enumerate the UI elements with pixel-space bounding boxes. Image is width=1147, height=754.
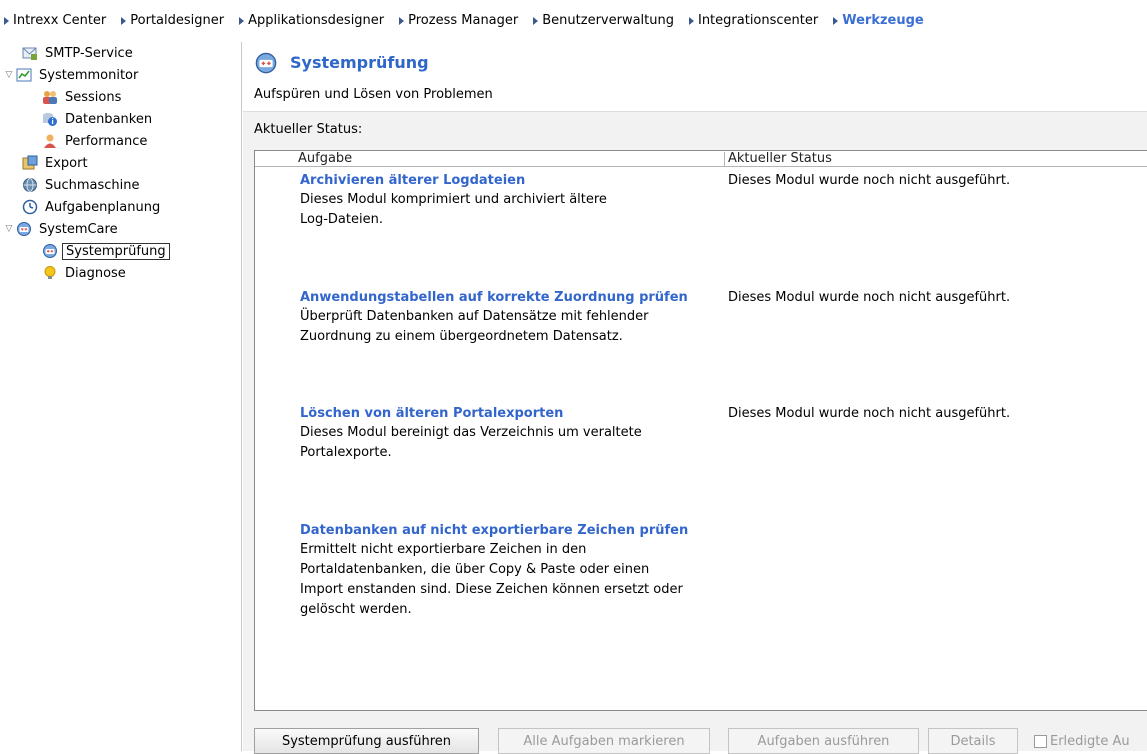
- sidebar-item-aufgabenplanung[interactable]: Aufgabenplanung: [22, 196, 163, 218]
- globe-search-icon: [22, 177, 38, 193]
- checkbox-box[interactable]: [1034, 734, 1047, 748]
- sidebar-item-label: Systemmonitor: [39, 67, 139, 83]
- nav-label: Intrexx Center: [13, 13, 107, 28]
- export-icon: [22, 155, 38, 171]
- task-description: Überprüft Datenbanken auf Datensätze mit…: [300, 309, 649, 344]
- nav-label: Applikationsdesigner: [248, 13, 385, 28]
- arrow-right-icon: [833, 16, 839, 25]
- systemcare-icon: [16, 221, 32, 237]
- nav-prozess-manager[interactable]: Prozess Manager: [399, 13, 518, 28]
- sidebar-item-label: Diagnose: [65, 265, 126, 281]
- sidebar-item-label: Sessions: [65, 89, 122, 105]
- details-button[interactable]: Details: [928, 728, 1018, 754]
- top-navigation: Intrexx Center Portaldesigner Applikatio…: [0, 0, 1147, 42]
- table-row[interactable]: Datenbanken auf nicht exportierbare Zeic…: [300, 521, 720, 620]
- nav-label: Werkzeuge: [842, 13, 924, 28]
- arrow-right-icon: [121, 16, 127, 25]
- database-info-icon: [42, 111, 58, 127]
- sidebar-item-sessions[interactable]: Sessions: [42, 86, 124, 108]
- monitor-chart-icon: [16, 67, 32, 83]
- clock-icon: [22, 199, 38, 215]
- sidebar-item-label: SMTP-Service: [45, 45, 133, 61]
- table-header: Aufgabe Aktueller Status: [255, 151, 1147, 167]
- mail-server-icon: [22, 45, 38, 61]
- completed-tasks-checkbox[interactable]: Erledigte Au: [1034, 728, 1130, 754]
- sidebar-item-export[interactable]: Export: [22, 152, 91, 174]
- task-description: Dieses Modul komprimiert und archiviert …: [300, 192, 607, 227]
- sidebar-item-systempruefung[interactable]: Systemprüfung: [42, 240, 170, 262]
- systemcare-icon: [42, 243, 58, 259]
- lightbulb-icon: [42, 265, 58, 281]
- table-row[interactable]: Löschen von älteren Portalexporten Diese…: [300, 404, 720, 463]
- task-title[interactable]: Archivieren älterer Logdateien: [300, 171, 720, 190]
- arrow-right-icon: [533, 16, 539, 25]
- arrow-right-icon: [399, 16, 405, 25]
- arrow-right-icon: [239, 16, 245, 25]
- sidebar-tree: SMTP-Service ▽ Systemmonitor Sessions Da…: [0, 42, 242, 751]
- performance-user-icon: [42, 133, 58, 149]
- arrow-right-icon: [688, 16, 694, 25]
- run-tasks-button[interactable]: Aufgaben ausführen: [728, 728, 919, 754]
- sidebar-item-label: Datenbanken: [65, 111, 153, 127]
- nav-intrexx-center[interactable]: Intrexx Center: [4, 13, 106, 28]
- nav-label: Prozess Manager: [408, 13, 519, 28]
- sidebar-item-systemmonitor[interactable]: ▽ Systemmonitor: [4, 64, 141, 86]
- task-title[interactable]: Anwendungstabellen auf korrekte Zuordnun…: [300, 288, 720, 307]
- nav-benutzerverwaltung[interactable]: Benutzerverwaltung: [533, 13, 674, 28]
- nav-applikationsdesigner[interactable]: Applikationsdesigner: [239, 13, 384, 28]
- sidebar-item-suchmaschine[interactable]: Suchmaschine: [22, 174, 143, 196]
- sidebar-item-label: SystemCare: [39, 221, 118, 237]
- systemcare-icon: [255, 52, 277, 74]
- task-description: Dieses Modul bereinigt das Verzeichnis u…: [300, 425, 642, 460]
- column-header-task[interactable]: Aufgabe: [295, 152, 352, 166]
- nav-werkzeuge[interactable]: Werkzeuge: [833, 13, 924, 28]
- task-status: Dieses Modul wurde noch nicht ausgeführt…: [728, 406, 1011, 421]
- task-description: Ermittelt nicht exportierbare Zeichen in…: [300, 542, 683, 617]
- sidebar-item-systemcare[interactable]: ▽ SystemCare: [4, 218, 121, 240]
- column-header-status[interactable]: Aktueller Status: [724, 152, 832, 166]
- main-panel: Systemprüfung Aufspüren und Lösen von Pr…: [243, 42, 1147, 754]
- task-table: Aufgabe Aktueller Status Archivieren ält…: [254, 150, 1147, 711]
- run-system-check-button[interactable]: Systemprüfung ausführen: [254, 728, 479, 754]
- sidebar-item-datenbanken[interactable]: Datenbanken: [42, 108, 155, 130]
- current-status-label: Aktueller Status:: [254, 122, 363, 137]
- page-subtitle: Aufspüren und Lösen von Problemen: [254, 87, 493, 102]
- sidebar-item-smtp-service[interactable]: SMTP-Service: [22, 42, 136, 64]
- sidebar-item-label: Performance: [65, 133, 148, 149]
- page-header: Systemprüfung Aufspüren und Lösen von Pr…: [243, 42, 1147, 112]
- checkbox-label: Erledigte Au: [1050, 733, 1130, 749]
- task-title[interactable]: Datenbanken auf nicht exportierbare Zeic…: [300, 521, 720, 540]
- task-status: Dieses Modul wurde noch nicht ausgeführt…: [728, 173, 1011, 188]
- sidebar-item-label: Export: [45, 155, 88, 171]
- task-title[interactable]: Löschen von älteren Portalexporten: [300, 404, 720, 423]
- task-status: Dieses Modul wurde noch nicht ausgeführt…: [728, 290, 1011, 305]
- table-row[interactable]: Archivieren älterer Logdateien Dieses Mo…: [300, 171, 720, 230]
- nav-label: Integrationscenter: [697, 13, 819, 28]
- nav-label: Benutzerverwaltung: [542, 13, 674, 28]
- arrow-right-icon: [4, 16, 9, 25]
- collapse-arrow-icon[interactable]: ▽: [4, 224, 14, 234]
- collapse-arrow-icon[interactable]: ▽: [4, 70, 14, 80]
- mark-all-tasks-button[interactable]: Alle Aufgaben markieren: [498, 728, 710, 754]
- page-title: Systemprüfung: [290, 53, 429, 72]
- nav-integrationscenter[interactable]: Integrationscenter: [688, 13, 819, 28]
- nav-portaldesigner[interactable]: Portaldesigner: [121, 13, 224, 28]
- users-icon: [42, 89, 58, 105]
- table-row[interactable]: Anwendungstabellen auf korrekte Zuordnun…: [300, 288, 720, 347]
- sidebar-item-label: Suchmaschine: [45, 177, 140, 193]
- sidebar-item-performance[interactable]: Performance: [42, 130, 150, 152]
- sidebar-item-label: Aufgabenplanung: [45, 199, 161, 215]
- nav-label: Portaldesigner: [130, 13, 225, 28]
- sidebar-item-diagnose[interactable]: Diagnose: [42, 262, 129, 284]
- sidebar-item-label: Systemprüfung: [62, 242, 170, 260]
